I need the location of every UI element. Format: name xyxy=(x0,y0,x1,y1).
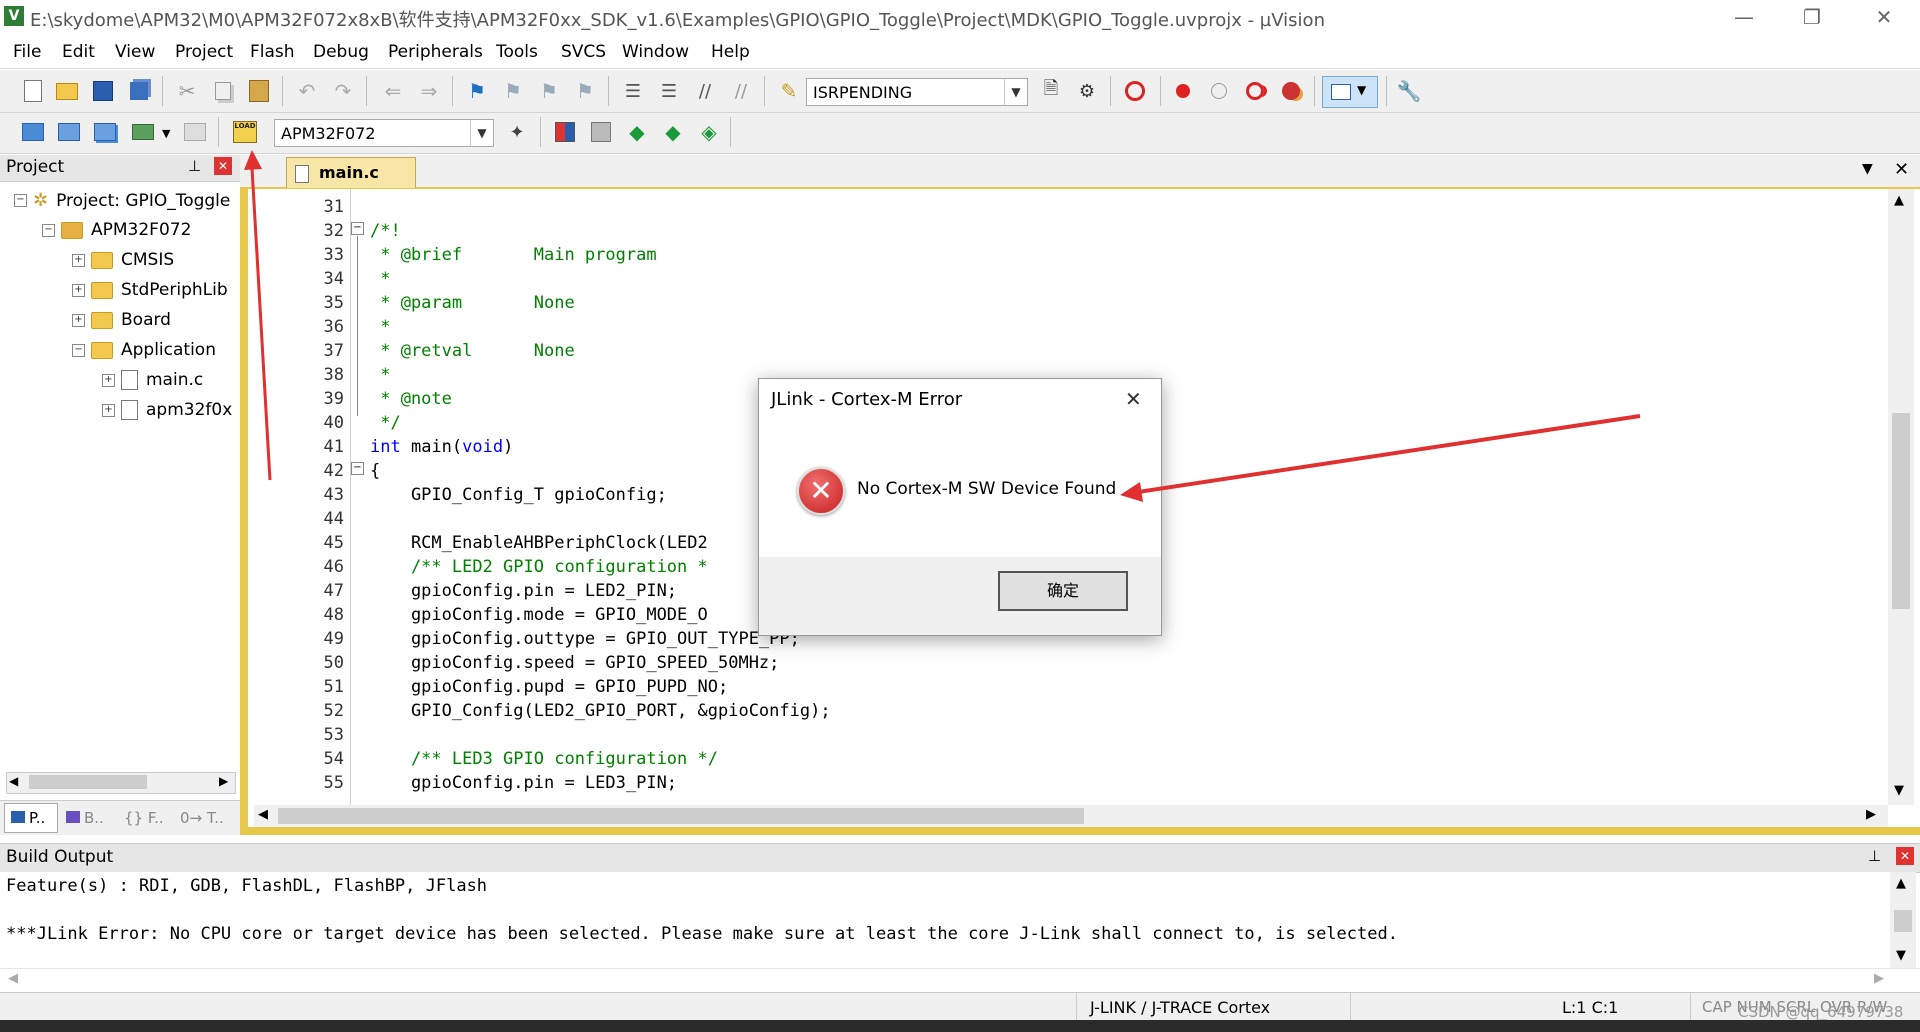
arrow-to-error-message xyxy=(1120,414,1641,502)
arrow-to-load-button xyxy=(244,150,272,481)
annotation-arrows xyxy=(244,150,1641,502)
